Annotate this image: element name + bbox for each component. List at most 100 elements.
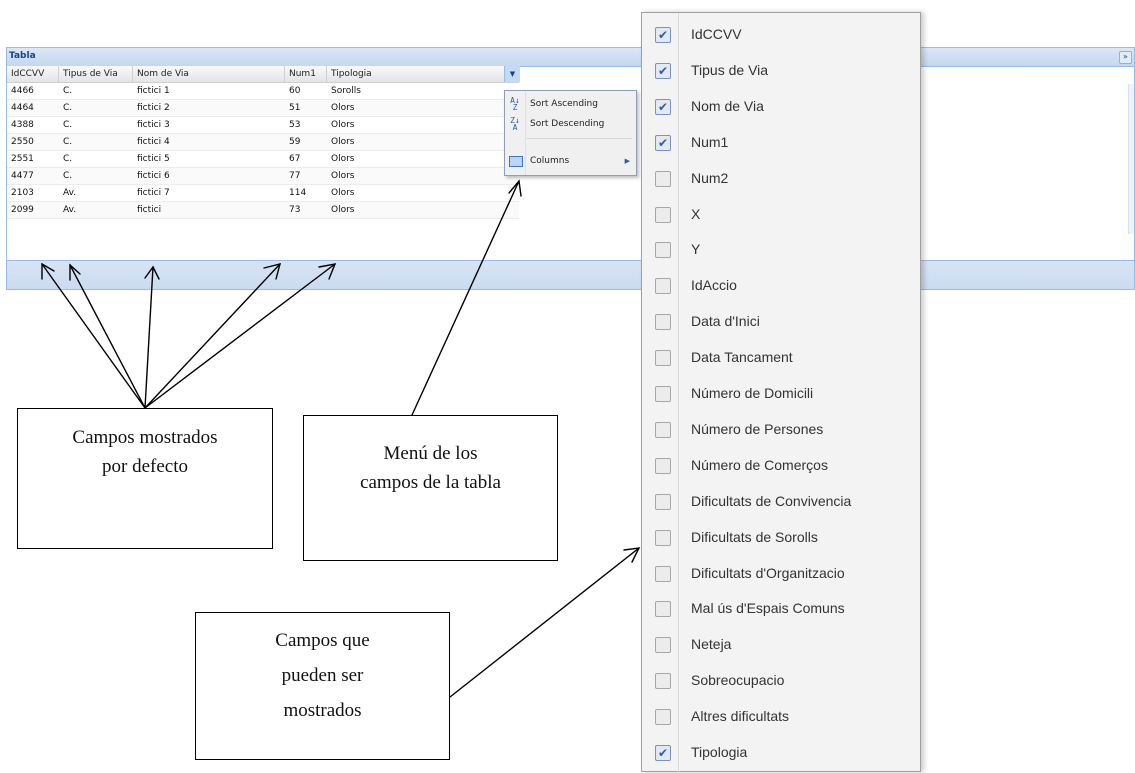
checkbox-unchecked-icon[interactable] bbox=[655, 421, 671, 438]
cell-tipologia: Olors bbox=[331, 171, 355, 181]
cell-nom-de-via: fictici bbox=[137, 205, 162, 215]
column-toggle-item[interactable]: Y bbox=[642, 232, 920, 268]
column-header-tipus-de-via[interactable]: Tipus de Via bbox=[59, 66, 133, 82]
column-toggle-label: Neteja bbox=[691, 636, 732, 653]
checkbox-checked-icon[interactable]: ✔ bbox=[655, 745, 671, 761]
checkbox-unchecked-icon[interactable] bbox=[655, 242, 671, 259]
cell-num1: 73 bbox=[289, 205, 301, 215]
column-toggle-label: IdCCVV bbox=[691, 26, 742, 42]
checkbox-unchecked-icon[interactable] bbox=[655, 278, 671, 295]
column-toggle-item[interactable]: Altres dificultats bbox=[642, 699, 920, 735]
columns-label: Columns bbox=[530, 156, 570, 166]
column-toggle-item[interactable]: Num2 bbox=[642, 161, 920, 197]
cell-idccvv: 2550 bbox=[11, 137, 34, 147]
checkbox-unchecked-icon[interactable] bbox=[655, 601, 671, 618]
table-row[interactable]: 4466 C. fictici 1 60 Sorolls bbox=[7, 83, 519, 100]
table-row[interactable]: 2551 C. fictici 5 67 Olors bbox=[7, 151, 519, 168]
checkbox-unchecked-icon[interactable] bbox=[655, 386, 671, 402]
table-row[interactable]: 4388 C. fictici 3 53 Olors bbox=[7, 117, 519, 134]
checkbox-unchecked-icon[interactable] bbox=[655, 637, 671, 654]
checkbox-checked-icon[interactable]: ✔ bbox=[655, 98, 671, 115]
column-toggle-item[interactable]: ✔ Nom de Via bbox=[642, 89, 920, 125]
cell-idccvv: 4464 bbox=[11, 103, 34, 113]
table-row[interactable]: 4477 C. fictici 6 77 Olors bbox=[7, 168, 519, 185]
table-row[interactable]: 4464 C. fictici 2 51 Olors bbox=[7, 100, 519, 117]
column-toggle-item[interactable]: Número de Domicili bbox=[642, 376, 920, 412]
column-menu-trigger-icon[interactable]: ▼ bbox=[504, 66, 520, 82]
column-toggle-label: Dificultats de Sorolls bbox=[691, 528, 818, 545]
column-header-nom-de-via[interactable]: Nom de Via bbox=[133, 66, 285, 82]
column-toggle-label: Mal ús d'Espais Comuns bbox=[691, 600, 845, 617]
cell-tipologia: Olors bbox=[331, 154, 355, 164]
annotation-text-line: mostrados bbox=[283, 700, 362, 721]
column-toggle-label: Tipologia bbox=[691, 744, 748, 760]
column-toggle-label: Número de Comerços bbox=[691, 456, 828, 473]
cell-num1: 59 bbox=[289, 137, 301, 147]
sort-descending-item[interactable]: Z↓ A Sort Descending bbox=[505, 114, 636, 134]
column-toggle-item[interactable]: Número de Comerços bbox=[642, 448, 920, 484]
cell-tipus-de-via: C. bbox=[63, 154, 73, 164]
column-header-num1[interactable]: Num1 bbox=[285, 66, 327, 82]
column-header-idccvv[interactable]: IdCCVV bbox=[7, 66, 59, 82]
column-toggle-item[interactable]: Data d'Inici bbox=[642, 304, 920, 340]
column-toggle-item[interactable]: Mal ús d'Espais Comuns bbox=[642, 591, 920, 627]
cell-tipologia: Olors bbox=[331, 120, 355, 130]
checkbox-unchecked-icon[interactable] bbox=[655, 170, 671, 187]
annotation-text-line: pueden ser bbox=[281, 665, 364, 686]
checkbox-unchecked-icon[interactable] bbox=[655, 565, 671, 582]
checkbox-unchecked-icon[interactable] bbox=[655, 314, 671, 331]
column-toggle-item[interactable]: ✔ Tipologia bbox=[642, 735, 920, 771]
column-toggle-item[interactable]: ✔ Tipus de Via bbox=[642, 53, 920, 89]
table-row[interactable]: 2103 Av. fictici 7 114 Olors bbox=[7, 185, 519, 202]
checkbox-unchecked-icon[interactable] bbox=[655, 206, 671, 223]
column-toggle-item[interactable]: X bbox=[642, 197, 920, 233]
checkbox-unchecked-icon[interactable] bbox=[655, 529, 671, 546]
cell-tipus-de-via: C. bbox=[63, 120, 73, 130]
checkbox-checked-icon[interactable]: ✔ bbox=[655, 27, 671, 43]
column-toggle-label: Número de Domicili bbox=[691, 385, 814, 401]
checkbox-unchecked-icon[interactable] bbox=[655, 493, 671, 510]
vertical-scrollbar[interactable] bbox=[1128, 84, 1134, 234]
column-toggle-item[interactable]: ✔ Num1 bbox=[642, 125, 920, 161]
annotation-text-line: Campos que bbox=[275, 630, 370, 651]
column-toggle-item[interactable]: Dificultats de Convivencia bbox=[642, 484, 920, 520]
column-toggle-item[interactable]: Dificultats de Sorolls bbox=[642, 520, 920, 556]
column-toggle-item[interactable]: Número de Persones bbox=[642, 412, 920, 448]
cell-nom-de-via: fictici 5 bbox=[137, 154, 170, 164]
column-toggle-item[interactable]: ✔ IdCCVV bbox=[642, 17, 920, 53]
checkbox-unchecked-icon[interactable] bbox=[655, 350, 671, 367]
column-toggle-label: Sobreocupacio bbox=[691, 672, 785, 689]
annotation-available-fields: Campos que pueden ser mostrados bbox=[195, 612, 450, 760]
column-toggle-item[interactable]: IdAccio bbox=[642, 268, 920, 304]
cell-nom-de-via: fictici 2 bbox=[137, 103, 170, 113]
annotation-text-line: por defecto bbox=[102, 456, 188, 477]
column-header-tipologia[interactable]: Tipologia bbox=[327, 66, 504, 82]
checkbox-checked-icon[interactable]: ✔ bbox=[655, 62, 671, 79]
checkbox-unchecked-icon[interactable] bbox=[655, 709, 671, 726]
sort-descending-icon: Z↓ A bbox=[510, 116, 520, 132]
checkbox-checked-icon[interactable]: ✔ bbox=[655, 134, 671, 151]
checkbox-unchecked-icon[interactable] bbox=[655, 457, 671, 474]
column-toggle-item[interactable]: Sobreocupacio bbox=[642, 663, 920, 699]
table-row[interactable]: 2099 Av. fictici 73 Olors bbox=[7, 202, 519, 219]
grid-header: IdCCVV Tipus de Via Nom de Via Num1 Tipo… bbox=[7, 66, 520, 83]
column-toggle-item[interactable]: Data Tancament bbox=[642, 340, 920, 376]
cell-idccvv: 4466 bbox=[11, 86, 34, 96]
arrow-to-columns-menu bbox=[449, 547, 641, 698]
cell-tipus-de-via: C. bbox=[63, 171, 73, 181]
collapse-icon[interactable]: » bbox=[1119, 51, 1132, 64]
column-toggle-item[interactable]: Dificultats d'Organitzacio bbox=[642, 556, 920, 592]
columns-item[interactable]: Columns ▶ bbox=[505, 151, 636, 171]
columns-menu: ✔ IdCCVV ✔ Tipus de Via ✔ Nom de Via ✔ Num1 Num2… bbox=[641, 12, 921, 773]
cell-num1: 77 bbox=[289, 171, 301, 181]
column-toggle-item[interactable]: Neteja bbox=[642, 627, 920, 663]
column-toggle-label: Y bbox=[691, 241, 701, 258]
cell-tipus-de-via: Av. bbox=[63, 205, 77, 215]
panel-header: Tabla » bbox=[7, 48, 1134, 67]
sort-ascending-icon: A↓ Z bbox=[510, 96, 520, 112]
annotation-text-line: campos de la tabla bbox=[360, 472, 501, 493]
table-row[interactable]: 2550 C. fictici 4 59 Olors bbox=[7, 134, 519, 151]
sort-ascending-item[interactable]: A↓ Z Sort Ascending bbox=[505, 94, 636, 114]
checkbox-unchecked-icon[interactable] bbox=[655, 673, 671, 690]
sort-descending-label: Sort Descending bbox=[530, 119, 605, 129]
